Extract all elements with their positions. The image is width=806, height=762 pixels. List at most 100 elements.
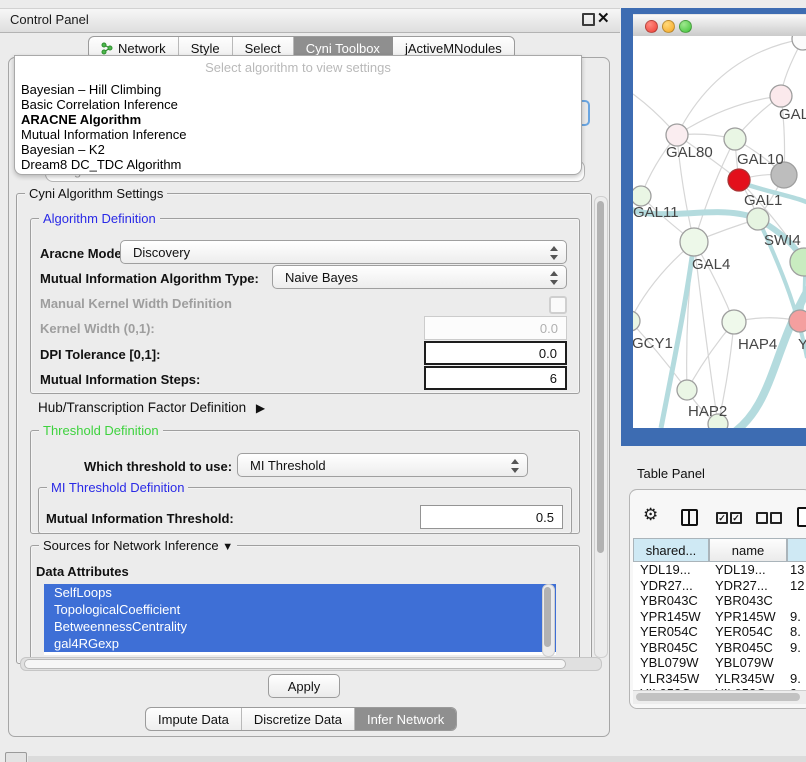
menu-item[interactable]: Mutual Information Inference (21, 127, 186, 142)
close-traffic-light[interactable] (645, 20, 658, 33)
dpi-tolerance-field[interactable]: 0.0 (424, 341, 567, 365)
table-row[interactable]: YDR27...YDR27...12 (633, 578, 806, 594)
node-gal4 (680, 228, 708, 256)
node-gal1 (728, 169, 750, 191)
node-label: HAP4 (738, 336, 777, 353)
column-header-shared[interactable]: shared... (633, 538, 709, 562)
aracne-mode-label: Aracne Mode: (40, 246, 126, 261)
kernel-width-field: 0.0 (424, 316, 567, 340)
document-icon[interactable] (797, 507, 806, 527)
control-panel-titlebar: Control Panel ✕ (0, 8, 620, 33)
node-hap4 (722, 310, 746, 334)
aracne-mode-combo[interactable]: Discovery (120, 240, 567, 264)
node-gal11 (633, 186, 651, 206)
zoom-traffic-light[interactable] (679, 20, 692, 33)
hub-definition-toggle[interactable]: Hub/Transcription Factor Definition ▶ (38, 400, 265, 415)
node-gal10 (724, 128, 746, 150)
settings-legend: Cyni Algorithm Settings (25, 186, 167, 201)
node-gal80 (666, 124, 688, 146)
attributes-scrollbar[interactable] (542, 584, 555, 657)
column-header-partial[interactable] (787, 538, 806, 562)
menu-item[interactable]: Basic Correlation Inference (21, 97, 178, 112)
tab-discretize-data[interactable]: Discretize Data (242, 708, 355, 730)
node-hap2 (677, 380, 697, 400)
checked-checkbox-icon[interactable]: ✓ (730, 512, 742, 524)
node-label: GAL4 (692, 256, 730, 273)
mi-steps-field[interactable]: 6 (424, 366, 567, 390)
list-item[interactable]: BetweennessCentrality (44, 618, 556, 635)
node-swi4 (747, 208, 769, 230)
dropdown-prompt: Select algorithm to view settings (15, 60, 581, 75)
menu-item-selected[interactable]: ARACNE Algorithm (21, 112, 141, 127)
menu-item[interactable]: Bayesian – K2 (21, 142, 105, 157)
menu-item[interactable]: Dream8 DC_TDC Algorithm (21, 157, 181, 172)
menu-item[interactable]: Bayesian – Hill Climbing (21, 82, 161, 97)
list-item[interactable]: TopologicalCoefficient (44, 601, 556, 618)
mi-steps-label: Mutual Information Steps: (40, 372, 200, 387)
node-label: GAL1 (744, 192, 782, 209)
table-panel-title: Table Panel (637, 466, 705, 481)
manual-kernel-width-label: Manual Kernel Width Definition (40, 296, 232, 311)
node-label: Y (798, 336, 806, 353)
node (770, 85, 792, 107)
combo-arrows-icon (550, 270, 558, 286)
node-label: SWI4 (764, 232, 801, 249)
dpi-tolerance-label: DPI Tolerance [0,1]: (40, 347, 160, 362)
bottom-left-partial-button[interactable] (5, 752, 27, 762)
sources-toggle[interactable]: Sources for Network Inference ▼ (39, 538, 237, 553)
unchecked-checkbox-icon[interactable] (756, 512, 768, 524)
mi-threshold-label: Mutual Information Threshold: (46, 511, 234, 526)
node-label: GCY1 (633, 335, 673, 352)
manual-kernel-width-checkbox[interactable] (549, 296, 567, 314)
table-row[interactable]: YBL079WYBL079W (633, 655, 806, 671)
table-row[interactable]: YBR045CYBR045C9. (633, 640, 806, 656)
network-canvas[interactable]: GAL GAL80 GAL10 GAL1 GAL11 SWI4 GAL4 GCY… (633, 36, 806, 428)
minimize-traffic-light[interactable] (662, 20, 675, 33)
tab-infer-network[interactable]: Infer Network (355, 708, 456, 730)
checked-checkbox-icon[interactable]: ✓ (716, 512, 728, 524)
which-threshold-combo[interactable]: MI Threshold (237, 453, 528, 477)
node (792, 36, 806, 50)
node-label: GAL11 (633, 204, 679, 221)
combo-arrows-icon (511, 458, 519, 474)
node-label: GAL (779, 106, 806, 123)
network-window-titlebar[interactable] (633, 14, 806, 38)
combo-arrows-icon (550, 245, 558, 261)
mi-threshold-field[interactable]: 0.5 (420, 505, 563, 529)
table-row[interactable]: YER054CYER054C8. (633, 624, 806, 640)
table-row[interactable]: YLR345WYLR345W9. (633, 671, 806, 687)
table-row[interactable]: YDL19...YDL19...13 (633, 562, 806, 578)
node-salmon (789, 310, 806, 332)
which-threshold-label: Which threshold to use: (84, 459, 232, 474)
table-row[interactable]: YBR043CYBR043C (633, 593, 806, 609)
node-label: HAP2 (688, 403, 727, 420)
table-row[interactable]: YPR145WYPR145W9. (633, 609, 806, 625)
float-window-icon[interactable] (582, 13, 595, 26)
mi-algorithm-type-combo[interactable]: Naive Bayes (272, 265, 567, 289)
tab-impute-data[interactable]: Impute Data (146, 708, 242, 730)
table-rows[interactable]: YDL19...YDL19...13 YDR27...YDR27...12 YB… (633, 562, 806, 690)
table-horizontal-scrollbar[interactable] (633, 690, 806, 704)
apply-button[interactable]: Apply (268, 674, 340, 698)
node-gcy1 (633, 311, 640, 331)
split-view-icon[interactable] (681, 509, 698, 526)
close-icon[interactable]: ✕ (597, 9, 610, 27)
settings-horizontal-scrollbar[interactable] (20, 657, 602, 671)
bottom-strip (28, 756, 806, 762)
node-labels: GAL GAL80 GAL10 GAL1 GAL11 SWI4 GAL4 GCY… (633, 106, 806, 420)
column-header-name[interactable]: name (709, 538, 787, 562)
network-view-window[interactable]: GAL GAL80 GAL10 GAL1 GAL11 SWI4 GAL4 GCY… (621, 8, 806, 446)
list-item[interactable]: gal4RGexp (44, 635, 556, 652)
panel-title: Control Panel (10, 12, 89, 27)
node-label: GAL80 (666, 144, 713, 161)
expand-down-icon: ▼ (222, 541, 233, 553)
kernel-width-label: Kernel Width (0,1): (40, 321, 155, 336)
algorithm-dropdown[interactable]: Select algorithm to view settings Bayesi… (14, 55, 582, 175)
unchecked-checkbox-icon[interactable] (770, 512, 782, 524)
mi-algorithm-type-label: Mutual Information Algorithm Type: (40, 271, 259, 286)
expand-right-icon: ▶ (256, 401, 265, 415)
list-item[interactable]: SelfLoops (44, 584, 556, 601)
gear-icon[interactable]: ⚙ (643, 505, 658, 525)
settings-vertical-scrollbar[interactable] (594, 196, 608, 658)
data-attributes-list[interactable]: SelfLoops TopologicalCoefficient Between… (44, 584, 556, 655)
